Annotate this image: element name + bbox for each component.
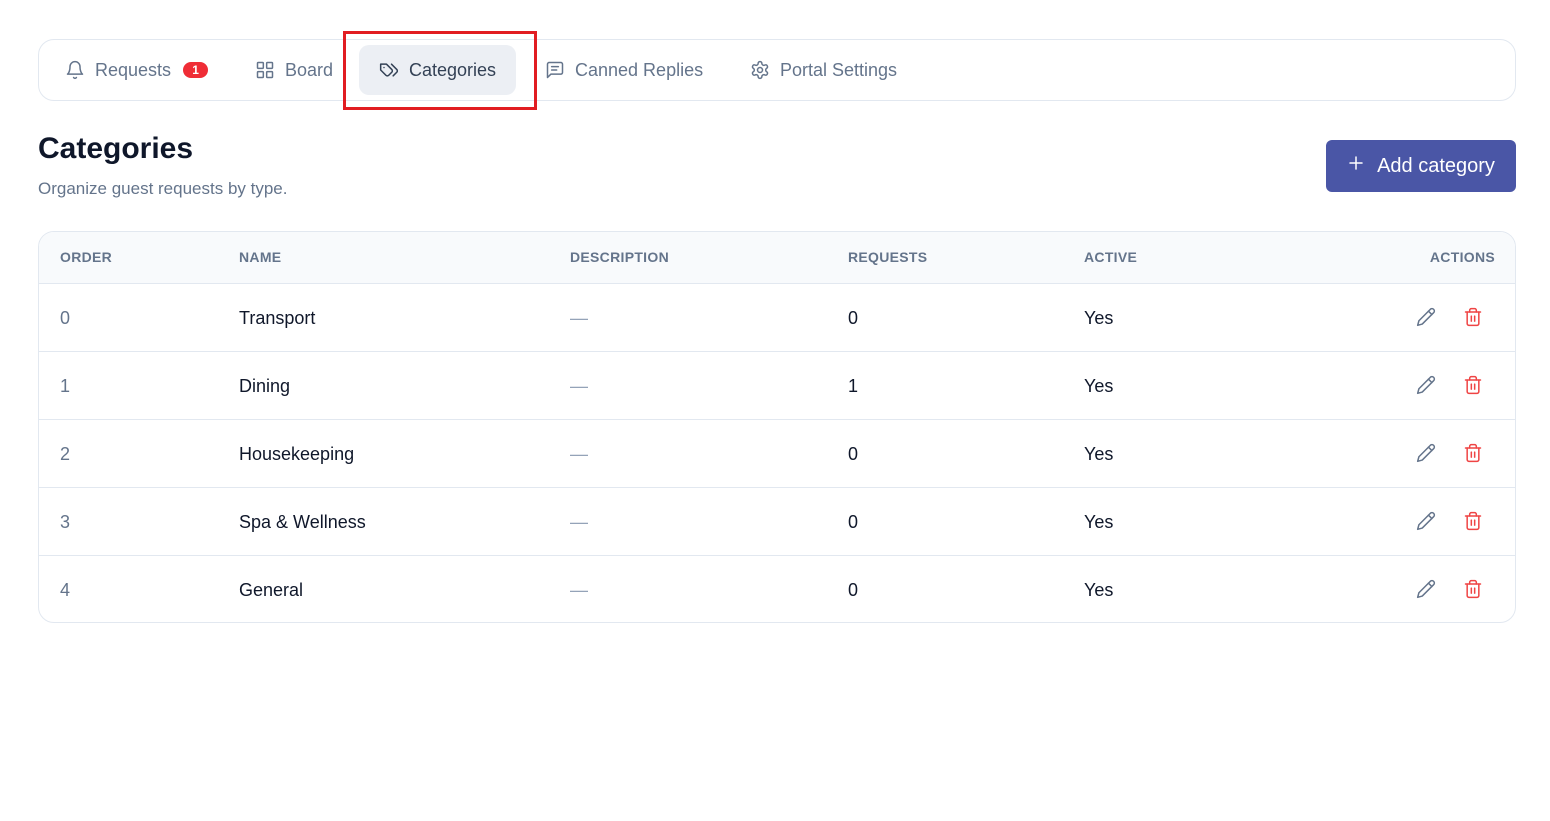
- tab-label: Canned Replies: [575, 59, 704, 80]
- nav-tabs: Requests 1 Board Categories Canned Repli…: [38, 39, 1516, 101]
- active-cell: Yes: [1084, 376, 1114, 396]
- name-cell: Transport: [239, 308, 316, 328]
- name-cell: Dining: [239, 376, 291, 396]
- tab-label: Categories: [409, 59, 497, 80]
- message-icon: [545, 60, 565, 80]
- order-cell: 4: [60, 580, 71, 600]
- edit-button[interactable]: [1414, 306, 1438, 330]
- page-subtitle: Organize guest requests by type.: [38, 179, 288, 198]
- requests-cell: 0: [848, 444, 859, 464]
- table-row: 3 Spa & Wellness — 0 Yes: [39, 488, 1515, 556]
- gear-icon: [750, 60, 770, 80]
- trash-icon: [1463, 375, 1483, 398]
- pencil-icon: [1416, 443, 1436, 466]
- column-header-description: Description: [570, 249, 669, 265]
- column-header-order: Order: [60, 249, 113, 265]
- description-cell: —: [570, 512, 588, 532]
- requests-cell: 0: [848, 580, 859, 600]
- grid-icon: [255, 60, 275, 80]
- delete-button[interactable]: [1461, 510, 1485, 534]
- pencil-icon: [1416, 307, 1436, 330]
- active-cell: Yes: [1084, 308, 1114, 328]
- trash-icon: [1463, 307, 1483, 330]
- tab-categories[interactable]: Categories: [359, 45, 517, 95]
- tab-portal-settings[interactable]: Portal Settings: [730, 45, 917, 95]
- edit-button[interactable]: [1414, 510, 1438, 534]
- requests-cell: 1: [848, 376, 859, 396]
- tab-label: Board: [285, 59, 334, 80]
- description-cell: —: [570, 444, 588, 464]
- delete-button[interactable]: [1461, 442, 1485, 466]
- table-row: 2 Housekeeping — 0 Yes: [39, 420, 1515, 488]
- trash-icon: [1463, 579, 1483, 602]
- delete-button[interactable]: [1461, 374, 1485, 398]
- active-cell: Yes: [1084, 580, 1114, 600]
- order-cell: 2: [60, 444, 71, 464]
- tab-canned-replies[interactable]: Canned Replies: [525, 45, 723, 95]
- tab-label: Portal Settings: [780, 59, 898, 80]
- pencil-icon: [1416, 375, 1436, 398]
- plus-icon: [1347, 154, 1365, 178]
- table-row: 0 Transport — 0 Yes: [39, 284, 1515, 352]
- requests-count-badge: 1: [183, 62, 209, 78]
- tab-label: Requests: [95, 59, 172, 80]
- column-header-actions: Actions: [1429, 249, 1495, 265]
- delete-button[interactable]: [1461, 306, 1485, 330]
- edit-button[interactable]: [1414, 442, 1438, 466]
- column-header-active: Active: [1084, 249, 1138, 265]
- edit-button[interactable]: [1414, 578, 1438, 602]
- column-header-name: Name: [239, 249, 282, 265]
- table-row: 4 General — 0 Yes: [39, 556, 1515, 622]
- table-header: Order Name Description Requests Active A…: [39, 232, 1515, 284]
- tag-icon: [379, 60, 399, 80]
- name-cell: General: [239, 580, 304, 600]
- description-cell: —: [570, 308, 588, 328]
- tab-board[interactable]: Board: [235, 45, 353, 95]
- tab-requests[interactable]: Requests 1: [45, 45, 228, 95]
- description-cell: —: [570, 580, 588, 600]
- order-cell: 3: [60, 512, 71, 532]
- order-cell: 0: [60, 308, 71, 328]
- edit-button[interactable]: [1414, 374, 1438, 398]
- pencil-icon: [1416, 579, 1436, 602]
- order-cell: 1: [60, 376, 71, 396]
- page-title: Categories: [38, 132, 194, 165]
- categories-table: Order Name Description Requests Active A…: [38, 231, 1516, 623]
- active-cell: Yes: [1084, 512, 1114, 532]
- add-category-button[interactable]: Add category: [1326, 140, 1516, 192]
- table-row: 1 Dining — 1 Yes: [39, 352, 1515, 420]
- pencil-icon: [1416, 511, 1436, 534]
- column-header-requests: Requests: [848, 249, 928, 265]
- trash-icon: [1463, 443, 1483, 466]
- name-cell: Spa & Wellness: [239, 512, 366, 532]
- trash-icon: [1463, 511, 1483, 534]
- bell-icon: [65, 60, 85, 80]
- requests-cell: 0: [848, 308, 859, 328]
- description-cell: —: [570, 376, 588, 396]
- active-cell: Yes: [1084, 444, 1114, 464]
- requests-cell: 0: [848, 512, 859, 532]
- add-category-label: Add category: [1377, 154, 1495, 177]
- name-cell: Housekeeping: [239, 444, 355, 464]
- delete-button[interactable]: [1461, 578, 1485, 602]
